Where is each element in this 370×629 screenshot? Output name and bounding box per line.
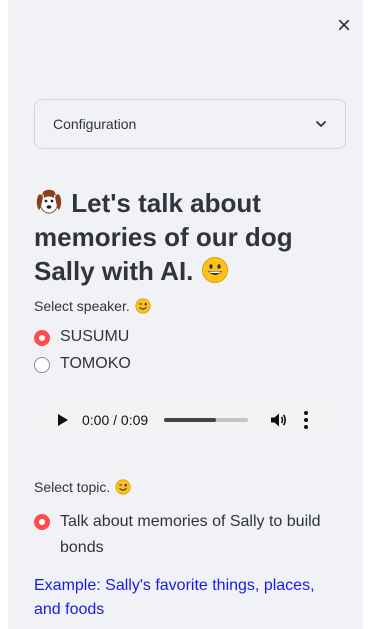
radio-unselected[interactable] <box>34 357 50 373</box>
volume-icon[interactable] <box>270 412 288 428</box>
main-area-edge <box>363 0 370 629</box>
speaker-option-susumu[interactable]: SUSUMU <box>34 328 129 346</box>
audio-progress-fill <box>164 418 217 422</box>
chevron-down-icon <box>316 121 326 127</box>
close-sidebar-button[interactable]: × <box>330 12 358 40</box>
page-title-text: Let's talk about memories of our dog Sal… <box>34 188 293 286</box>
speaker-option-tomoko[interactable]: TOMOKO <box>34 355 131 373</box>
winking-face-icon <box>115 479 131 495</box>
page-title: Let's talk about memories of our dog Sal… <box>34 186 334 288</box>
topic-option-memories[interactable]: Talk about memories of Sally to build bo… <box>34 509 334 561</box>
close-icon: × <box>336 12 351 39</box>
audio-player: 0:00 / 0:09 <box>34 398 344 442</box>
configuration-expander[interactable]: Configuration <box>34 99 346 149</box>
dog-icon <box>36 189 62 214</box>
audio-time: 0:00 / 0:09 <box>82 412 149 428</box>
radio-selected[interactable] <box>34 514 50 530</box>
topic-label: Select topic. <box>34 479 131 495</box>
winking-face-icon <box>135 298 151 314</box>
expander-label: Configuration <box>53 116 137 132</box>
radio-selected[interactable] <box>34 330 50 346</box>
more-options-icon[interactable] <box>304 411 309 429</box>
play-icon[interactable] <box>58 414 68 426</box>
example-link[interactable]: Example: Sally's favorite things, places… <box>34 574 344 622</box>
audio-progress-bar[interactable] <box>164 418 249 422</box>
speaker-label: Select speaker. <box>34 298 151 314</box>
grinning-face-icon <box>201 257 228 283</box>
